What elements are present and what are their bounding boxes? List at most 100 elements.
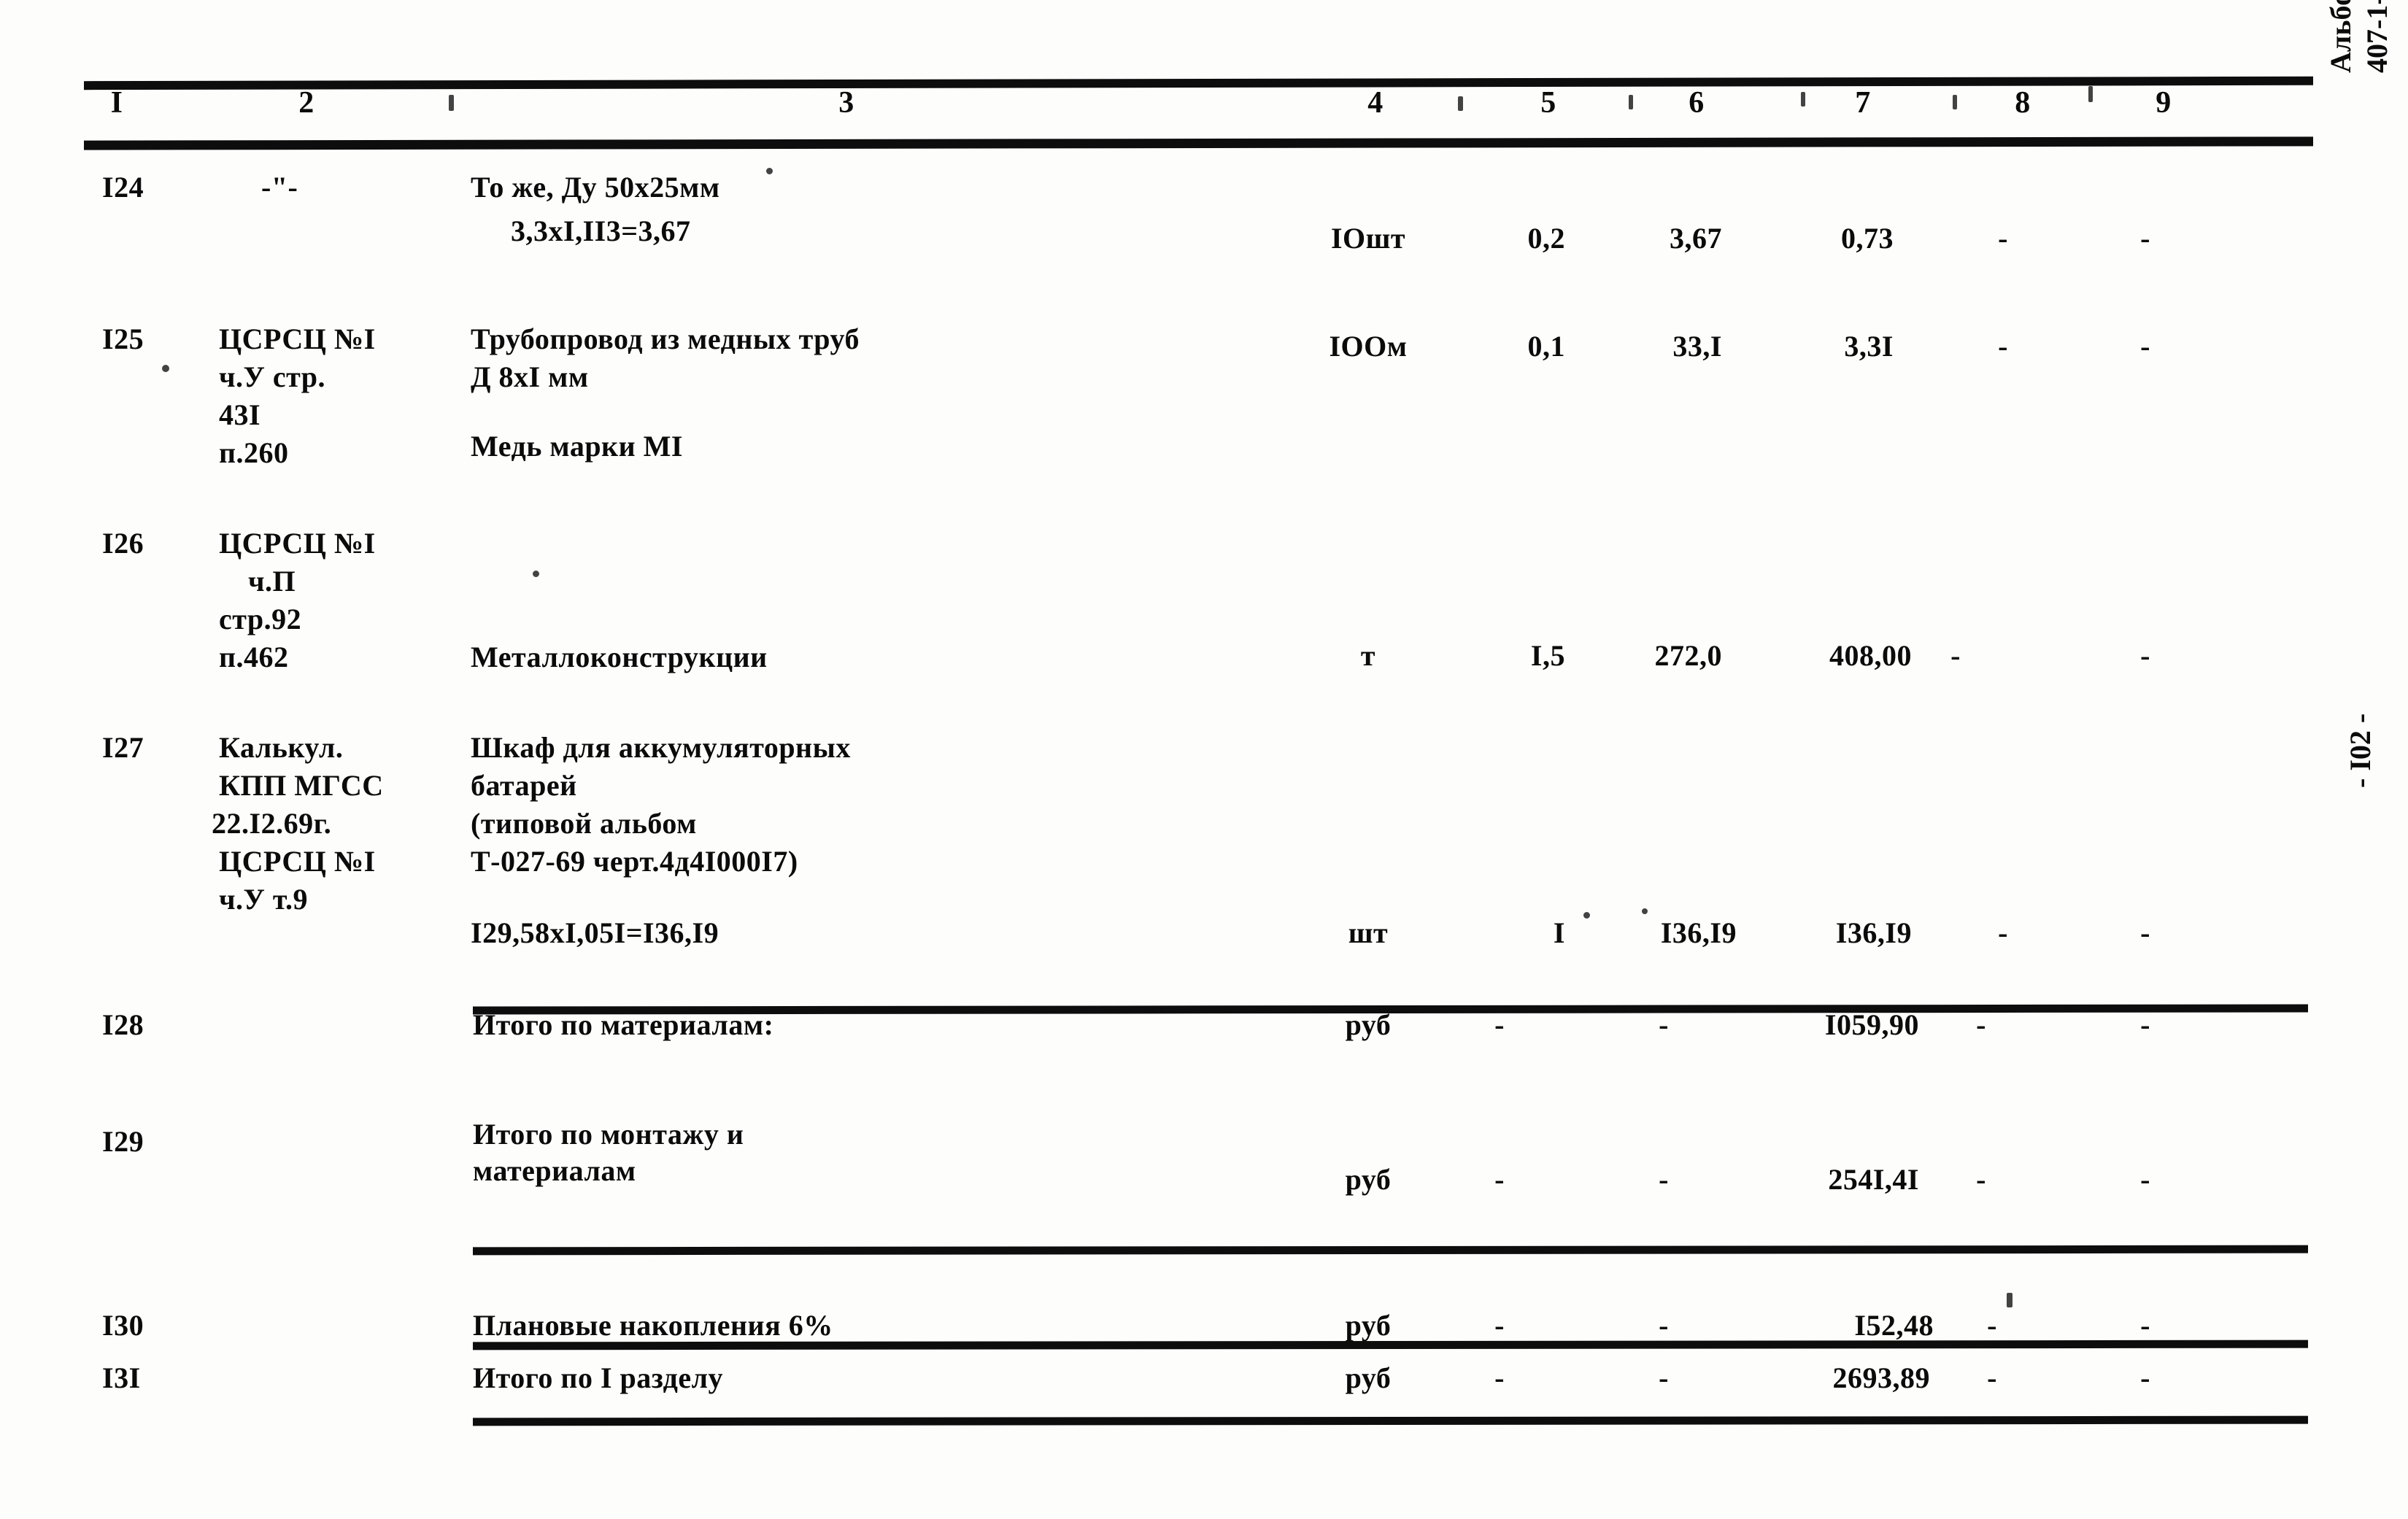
row-source-line: ЦСРСЦ №I (219, 845, 376, 878)
row-description-line: Шкаф для аккумуляторных (471, 731, 851, 764)
row-number: I27 (102, 731, 144, 764)
row-quantity: - (1494, 1309, 1505, 1342)
row-unit: IOOм (1329, 330, 1408, 363)
row-source-line: ч.У стр. (219, 360, 326, 393)
row-description-line: Д 8хI мм (471, 360, 589, 393)
row-col9: - (2140, 1361, 2150, 1394)
row-quantity: - (1494, 1361, 1505, 1394)
row-total: I059,90 (1824, 1008, 1919, 1041)
row-number: I28 (102, 1008, 144, 1041)
row-total: 408,00 (1829, 639, 1912, 672)
row-number: I3I (102, 1361, 141, 1394)
scan-speck (162, 365, 169, 372)
row-col9: - (2140, 1163, 2150, 1196)
page-marker: - I02 - (2344, 713, 2377, 788)
column-header-1: I (110, 86, 123, 120)
row-source-line: ч.У т.9 (219, 883, 309, 916)
row-source-line: 43I (219, 398, 261, 431)
row-col8: - (1987, 1309, 1997, 1342)
column-header-4: 4 (1367, 86, 1384, 120)
row-col8: - (1998, 916, 2008, 949)
row-quantity: I (1553, 916, 1565, 949)
row-description-line: батарей (471, 769, 577, 802)
row-description-line: (типовой альбом (471, 807, 697, 840)
row-total: 3,3I (1844, 330, 1894, 363)
row-description-line: Плановые накопления 6% (473, 1309, 833, 1342)
row-description-line: Итого по монтажу и (473, 1118, 744, 1151)
row-quantity: 0,1 (1527, 330, 1565, 363)
column-header-8: 8 (2015, 86, 2031, 120)
row-col8: - (1976, 1008, 1986, 1041)
row-number: I25 (102, 322, 144, 355)
row-quantity: 0,2 (1527, 222, 1565, 255)
row-col8: - (1950, 639, 1961, 672)
row-number: I30 (102, 1309, 144, 1342)
row-unit: шт (1348, 916, 1389, 949)
document-code: 407-1-65 (2361, 0, 2393, 73)
row-price: 3,67 (1670, 222, 1722, 255)
scan-speck (1458, 96, 1463, 111)
row-number: I29 (102, 1125, 144, 1158)
row-unit: т (1360, 639, 1376, 672)
document-album: Альбом IУ ч.2 (2324, 0, 2358, 73)
scan-speck (2007, 1293, 2013, 1307)
scan-speck (2088, 86, 2093, 102)
row-quantity: - (1494, 1163, 1505, 1196)
scan-speck (766, 168, 773, 174)
row-source: -"- (261, 171, 298, 204)
row-unit: IOшт (1330, 222, 1406, 255)
row-unit: руб (1345, 1309, 1392, 1342)
row-total: I36,I9 (1835, 916, 1912, 949)
row-unit: руб (1345, 1008, 1392, 1041)
row-description-line: 3,3хI,II3=3,67 (511, 214, 691, 247)
column-header-5: 5 (1540, 86, 1556, 120)
column-header-7: 7 (1855, 86, 1871, 120)
column-header-6: 6 (1689, 86, 1705, 120)
row-total: 254I,4I (1828, 1163, 1919, 1196)
row-source-line: п.462 (219, 641, 289, 673)
row-source-line: п.260 (219, 436, 289, 469)
row-description-line: Итого по I разделу (473, 1361, 724, 1394)
row-price: - (1659, 1163, 1669, 1196)
row-unit: руб (1345, 1361, 1392, 1394)
row-description-line: Трубопровод из медных труб (471, 322, 860, 355)
row-total: 2693,89 (1832, 1361, 1930, 1394)
row-quantity: I,5 (1530, 639, 1565, 672)
row-source-line: КПП МГСС (219, 769, 384, 802)
row-description-line: I29,58хI,05I=I36,I9 (471, 916, 719, 949)
row-total: 0,73 (1841, 222, 1894, 255)
scanned-page: I 2 3 4 5 6 7 8 9 I24 -"- То же, Ду 50х2… (0, 0, 2408, 1519)
row-price: I36,I9 (1660, 916, 1737, 949)
row-source-line: ЦСРСЦ №I (219, 527, 376, 560)
row-source-line: 22.I2.69г. (212, 807, 332, 840)
row-unit: руб (1345, 1163, 1392, 1196)
row-price: 272,0 (1654, 639, 1722, 672)
table-bottom-rule (472, 1415, 2309, 1426)
column-header-9: 9 (2156, 86, 2172, 120)
row-col8: - (1976, 1163, 1986, 1196)
row-source-line: ч.П (248, 565, 296, 598)
row-col9: - (2140, 916, 2150, 949)
scan-speck (1801, 92, 1805, 107)
scan-speck (533, 571, 539, 577)
column-header-2: 2 (298, 86, 314, 120)
row-col8: - (1998, 330, 2008, 363)
row-col8: - (1998, 222, 2008, 255)
row-col9: - (2140, 222, 2150, 255)
row-number: I24 (102, 171, 144, 204)
row-description-line: Итого по материалам: (473, 1008, 774, 1041)
column-header-3: 3 (838, 86, 854, 120)
row-description-line: Медь марки МI (471, 430, 683, 463)
table-top-rule (83, 76, 2314, 90)
row-quantity: - (1494, 1008, 1505, 1041)
row-description-line: Металлоконструкции (471, 641, 768, 673)
row-col9: - (2140, 1008, 2150, 1041)
section-rule (472, 1340, 2309, 1350)
row-description-line: То же, Ду 50х25мм (471, 171, 720, 204)
row-source-line: Калькул. (219, 731, 344, 764)
row-number: I26 (102, 527, 144, 560)
row-total: I52,48 (1854, 1309, 1934, 1342)
table-header-bottom-rule (83, 136, 2314, 150)
scan-speck (449, 95, 454, 111)
section-rule (472, 1245, 2309, 1256)
